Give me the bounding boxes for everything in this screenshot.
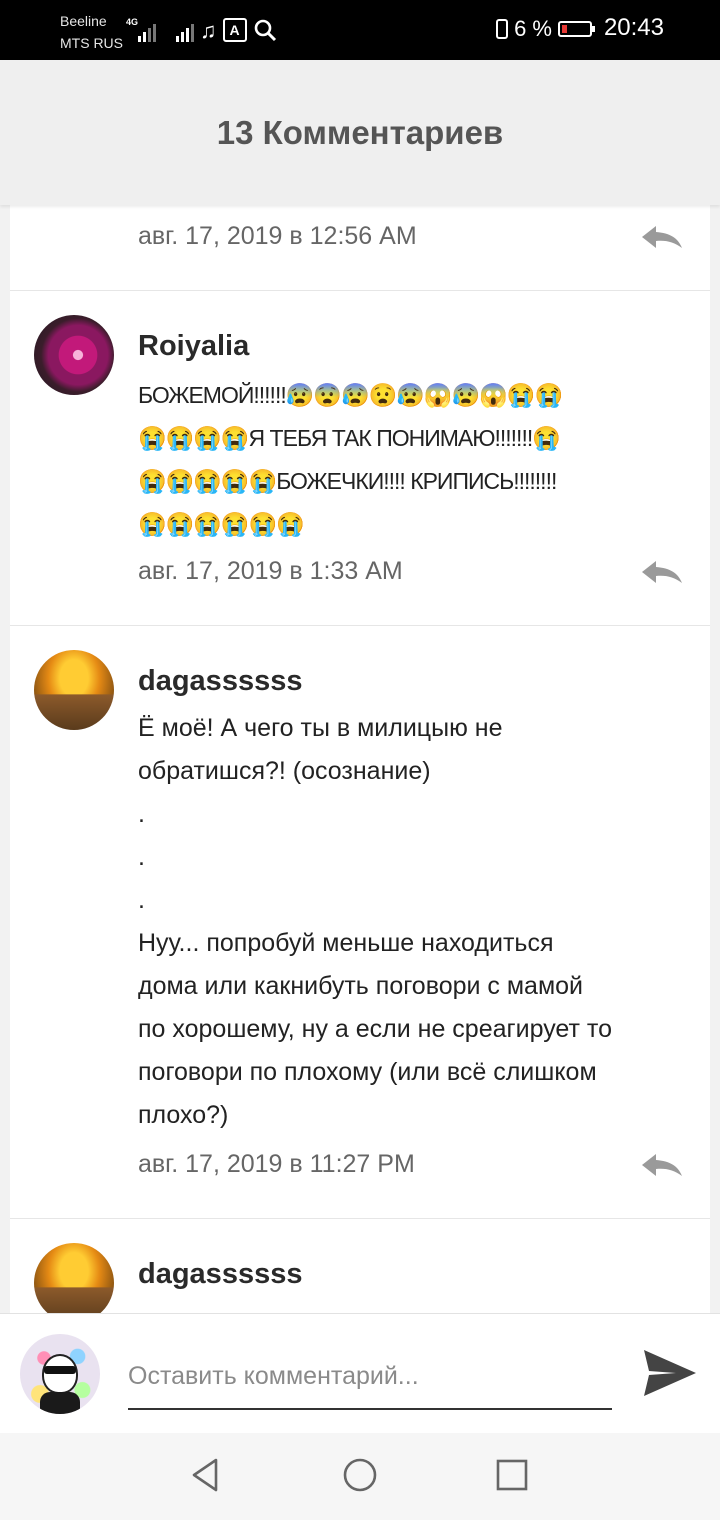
avatar[interactable] bbox=[34, 650, 114, 730]
signal-1-icon bbox=[138, 20, 156, 42]
carrier-names: Beeline MTS RUS bbox=[60, 10, 123, 54]
comment-author[interactable]: dagassssss bbox=[138, 665, 302, 698]
system-nav-bar bbox=[0, 1433, 720, 1520]
comments-list[interactable]: авг. 17, 2019 в 12:56 AM Roiyalia БОЖЕМО… bbox=[10, 205, 710, 1313]
my-avatar[interactable] bbox=[20, 1334, 100, 1414]
status-icons-left: ♫ A bbox=[138, 18, 277, 42]
avatar[interactable] bbox=[34, 315, 114, 395]
comment-item: dagassssss bbox=[10, 1218, 710, 1313]
avatar[interactable] bbox=[34, 1243, 114, 1313]
signal-2-icon bbox=[176, 20, 194, 42]
page-title: 13 Комментариев bbox=[0, 60, 720, 205]
music-note-icon: ♫ bbox=[200, 18, 217, 43]
comment-date: авг. 17, 2019 в 12:56 AM bbox=[138, 222, 417, 250]
battery-icon bbox=[558, 21, 595, 37]
comment-author[interactable]: dagassssss bbox=[138, 1258, 302, 1291]
recents-square-icon[interactable] bbox=[492, 1455, 532, 1495]
carrier-2: MTS RUS bbox=[60, 35, 123, 51]
reply-arrow-icon[interactable] bbox=[640, 559, 684, 585]
network-type: 4G bbox=[126, 17, 139, 27]
app-a-icon: A bbox=[222, 18, 247, 42]
battery-percent: 6 % bbox=[514, 16, 552, 41]
home-circle-icon[interactable] bbox=[340, 1455, 380, 1495]
comment-input-bar bbox=[0, 1313, 720, 1434]
comment-item: Roiyalia БОЖЕМОЙ!!!!!!😰😨😰😧😰😱😰😱😭😭 😭😭😭😭Я Т… bbox=[10, 290, 710, 626]
comment-text: БОЖЕМОЙ!!!!!!😰😨😰😧😰😱😰😱😭😭 😭😭😭😭Я ТЕБЯ ТАК П… bbox=[138, 382, 563, 537]
comment-input[interactable] bbox=[128, 1344, 612, 1410]
comment-text: Ё моё! А чего ты в милицыю не обратишся?… bbox=[138, 714, 612, 1129]
comment-item: dagassssss Ё моё! А чего ты в милицыю не… bbox=[10, 625, 710, 1219]
comment-author[interactable]: Roiyalia bbox=[138, 330, 249, 363]
status-icons-right: 6 % bbox=[496, 16, 595, 42]
vibrate-icon bbox=[496, 19, 509, 39]
search-icon bbox=[254, 19, 276, 42]
reply-arrow-icon[interactable] bbox=[640, 1152, 684, 1178]
carrier-1: Beeline bbox=[60, 13, 107, 29]
reply-arrow-icon[interactable] bbox=[640, 224, 684, 250]
comment-date: авг. 17, 2019 в 11:27 PM bbox=[138, 1150, 415, 1178]
comment-date: авг. 17, 2019 в 1:33 AM bbox=[138, 557, 403, 585]
comment-item: авг. 17, 2019 в 12:56 AM bbox=[10, 205, 710, 291]
clock: 20:43 bbox=[603, 14, 664, 41]
status-bar: Beeline MTS RUS 4G ♫ A 6 % 20:43 bbox=[0, 0, 720, 60]
send-icon[interactable] bbox=[640, 1344, 698, 1402]
back-triangle-icon[interactable] bbox=[186, 1455, 226, 1495]
